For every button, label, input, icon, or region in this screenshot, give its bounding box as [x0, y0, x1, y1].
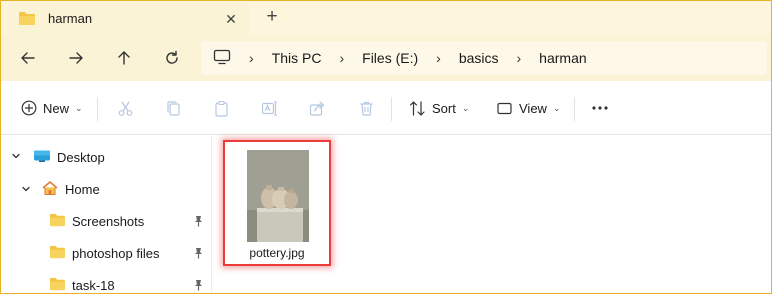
navigation-bar: › This PC › Files (E:) › basics › harman	[1, 35, 771, 81]
refresh-icon	[166, 50, 178, 64]
rename-icon	[261, 100, 277, 116]
breadcrumb-basics[interactable]: basics	[459, 50, 499, 66]
folder-icon	[49, 277, 66, 294]
refresh-button[interactable]	[160, 46, 184, 70]
arrow-up-icon	[118, 51, 130, 65]
new-tab-button[interactable]: +	[261, 6, 283, 28]
plus-circle-icon	[21, 100, 37, 116]
chevron-right-icon[interactable]: ›	[436, 50, 441, 66]
chevron-right-icon[interactable]: ›	[517, 50, 522, 66]
divider	[391, 97, 392, 121]
monitor-icon[interactable]	[213, 49, 231, 68]
up-button[interactable]	[112, 46, 136, 70]
sidebar-item-desktop[interactable]: Desktop	[11, 142, 105, 172]
pin-icon[interactable]	[193, 215, 204, 230]
sidebar-item-home[interactable]: Home	[21, 174, 100, 204]
scissors-icon	[118, 100, 133, 116]
sidebar-item-label: Screenshots	[72, 213, 145, 229]
folder-icon	[49, 245, 66, 262]
chevron-down-icon[interactable]	[21, 182, 33, 197]
pin-icon[interactable]	[193, 247, 204, 262]
sidebar-item-label: Desktop	[57, 149, 105, 165]
breadcrumb-this-pc[interactable]: This PC	[272, 50, 322, 66]
new-label: New	[43, 100, 70, 116]
ellipsis-icon	[592, 106, 608, 110]
breadcrumb-files-e[interactable]: Files (E:)	[362, 50, 418, 66]
chevron-right-icon[interactable]: ›	[339, 50, 344, 66]
chevron-down-icon: ⌄	[461, 102, 470, 113]
view-icon	[497, 102, 512, 114]
view-label: View	[519, 100, 547, 116]
arrow-right-icon	[69, 52, 83, 64]
paste-button[interactable]	[213, 95, 230, 121]
sidebar-item-label: Home	[65, 181, 100, 197]
navigation-pane: Desktop Home Screenshots photoshop files	[1, 136, 212, 294]
forward-button[interactable]	[64, 46, 88, 70]
share-button[interactable]	[309, 95, 326, 121]
folder-icon	[18, 11, 36, 29]
new-button[interactable]: New ⌄	[21, 95, 83, 121]
sidebar-item-label: task-18	[72, 277, 115, 293]
chevron-down-icon[interactable]	[11, 151, 23, 164]
view-button[interactable]: View ⌄	[496, 95, 561, 121]
sort-label: Sort	[432, 100, 456, 116]
pin-icon[interactable]	[193, 279, 204, 293]
file-explorer-window: harman ✕ + › This PC › Files (E:) › basi…	[0, 0, 772, 294]
chevron-down-icon: ⌄	[75, 102, 83, 113]
more-options-button[interactable]	[591, 95, 609, 121]
file-item[interactable]: pottery.jpg	[223, 140, 331, 266]
address-bar[interactable]: › This PC › Files (E:) › basics › harman	[201, 41, 767, 75]
divider	[97, 97, 98, 121]
back-button[interactable]	[16, 46, 40, 70]
breadcrumb-harman[interactable]: harman	[539, 50, 586, 66]
sidebar-item-label: photoshop files	[72, 245, 160, 261]
home-icon	[41, 180, 59, 199]
chevron-right-icon[interactable]: ›	[249, 50, 254, 66]
folder-icon	[49, 213, 66, 230]
cut-button[interactable]	[117, 95, 134, 121]
copy-icon	[167, 100, 180, 116]
divider	[574, 97, 575, 121]
tab-strip: harman ✕ +	[1, 1, 771, 35]
share-icon	[309, 100, 325, 116]
file-list: pottery.jpg	[213, 136, 771, 293]
breadcrumb: › This PC › Files (E:) › basics › harman	[213, 41, 587, 75]
trash-icon	[360, 101, 373, 116]
command-bar: New ⌄ Sort ⌄ View ⌄	[1, 81, 771, 135]
clipboard-icon	[215, 100, 228, 117]
tab-title: harman	[48, 11, 93, 26]
tab-harman[interactable]: harman ✕	[6, 2, 249, 35]
file-name: pottery.jpg	[249, 246, 305, 260]
sort-icon	[409, 100, 425, 116]
copy-button[interactable]	[165, 95, 182, 121]
desktop-icon	[33, 149, 51, 166]
delete-button[interactable]	[358, 95, 375, 121]
rename-button[interactable]	[261, 95, 278, 121]
chevron-down-icon: ⌄	[552, 102, 561, 113]
image-thumbnail	[247, 150, 309, 242]
close-icon[interactable]: ✕	[220, 8, 242, 30]
arrow-left-icon	[21, 52, 35, 64]
sort-button[interactable]: Sort ⌄	[409, 95, 469, 121]
